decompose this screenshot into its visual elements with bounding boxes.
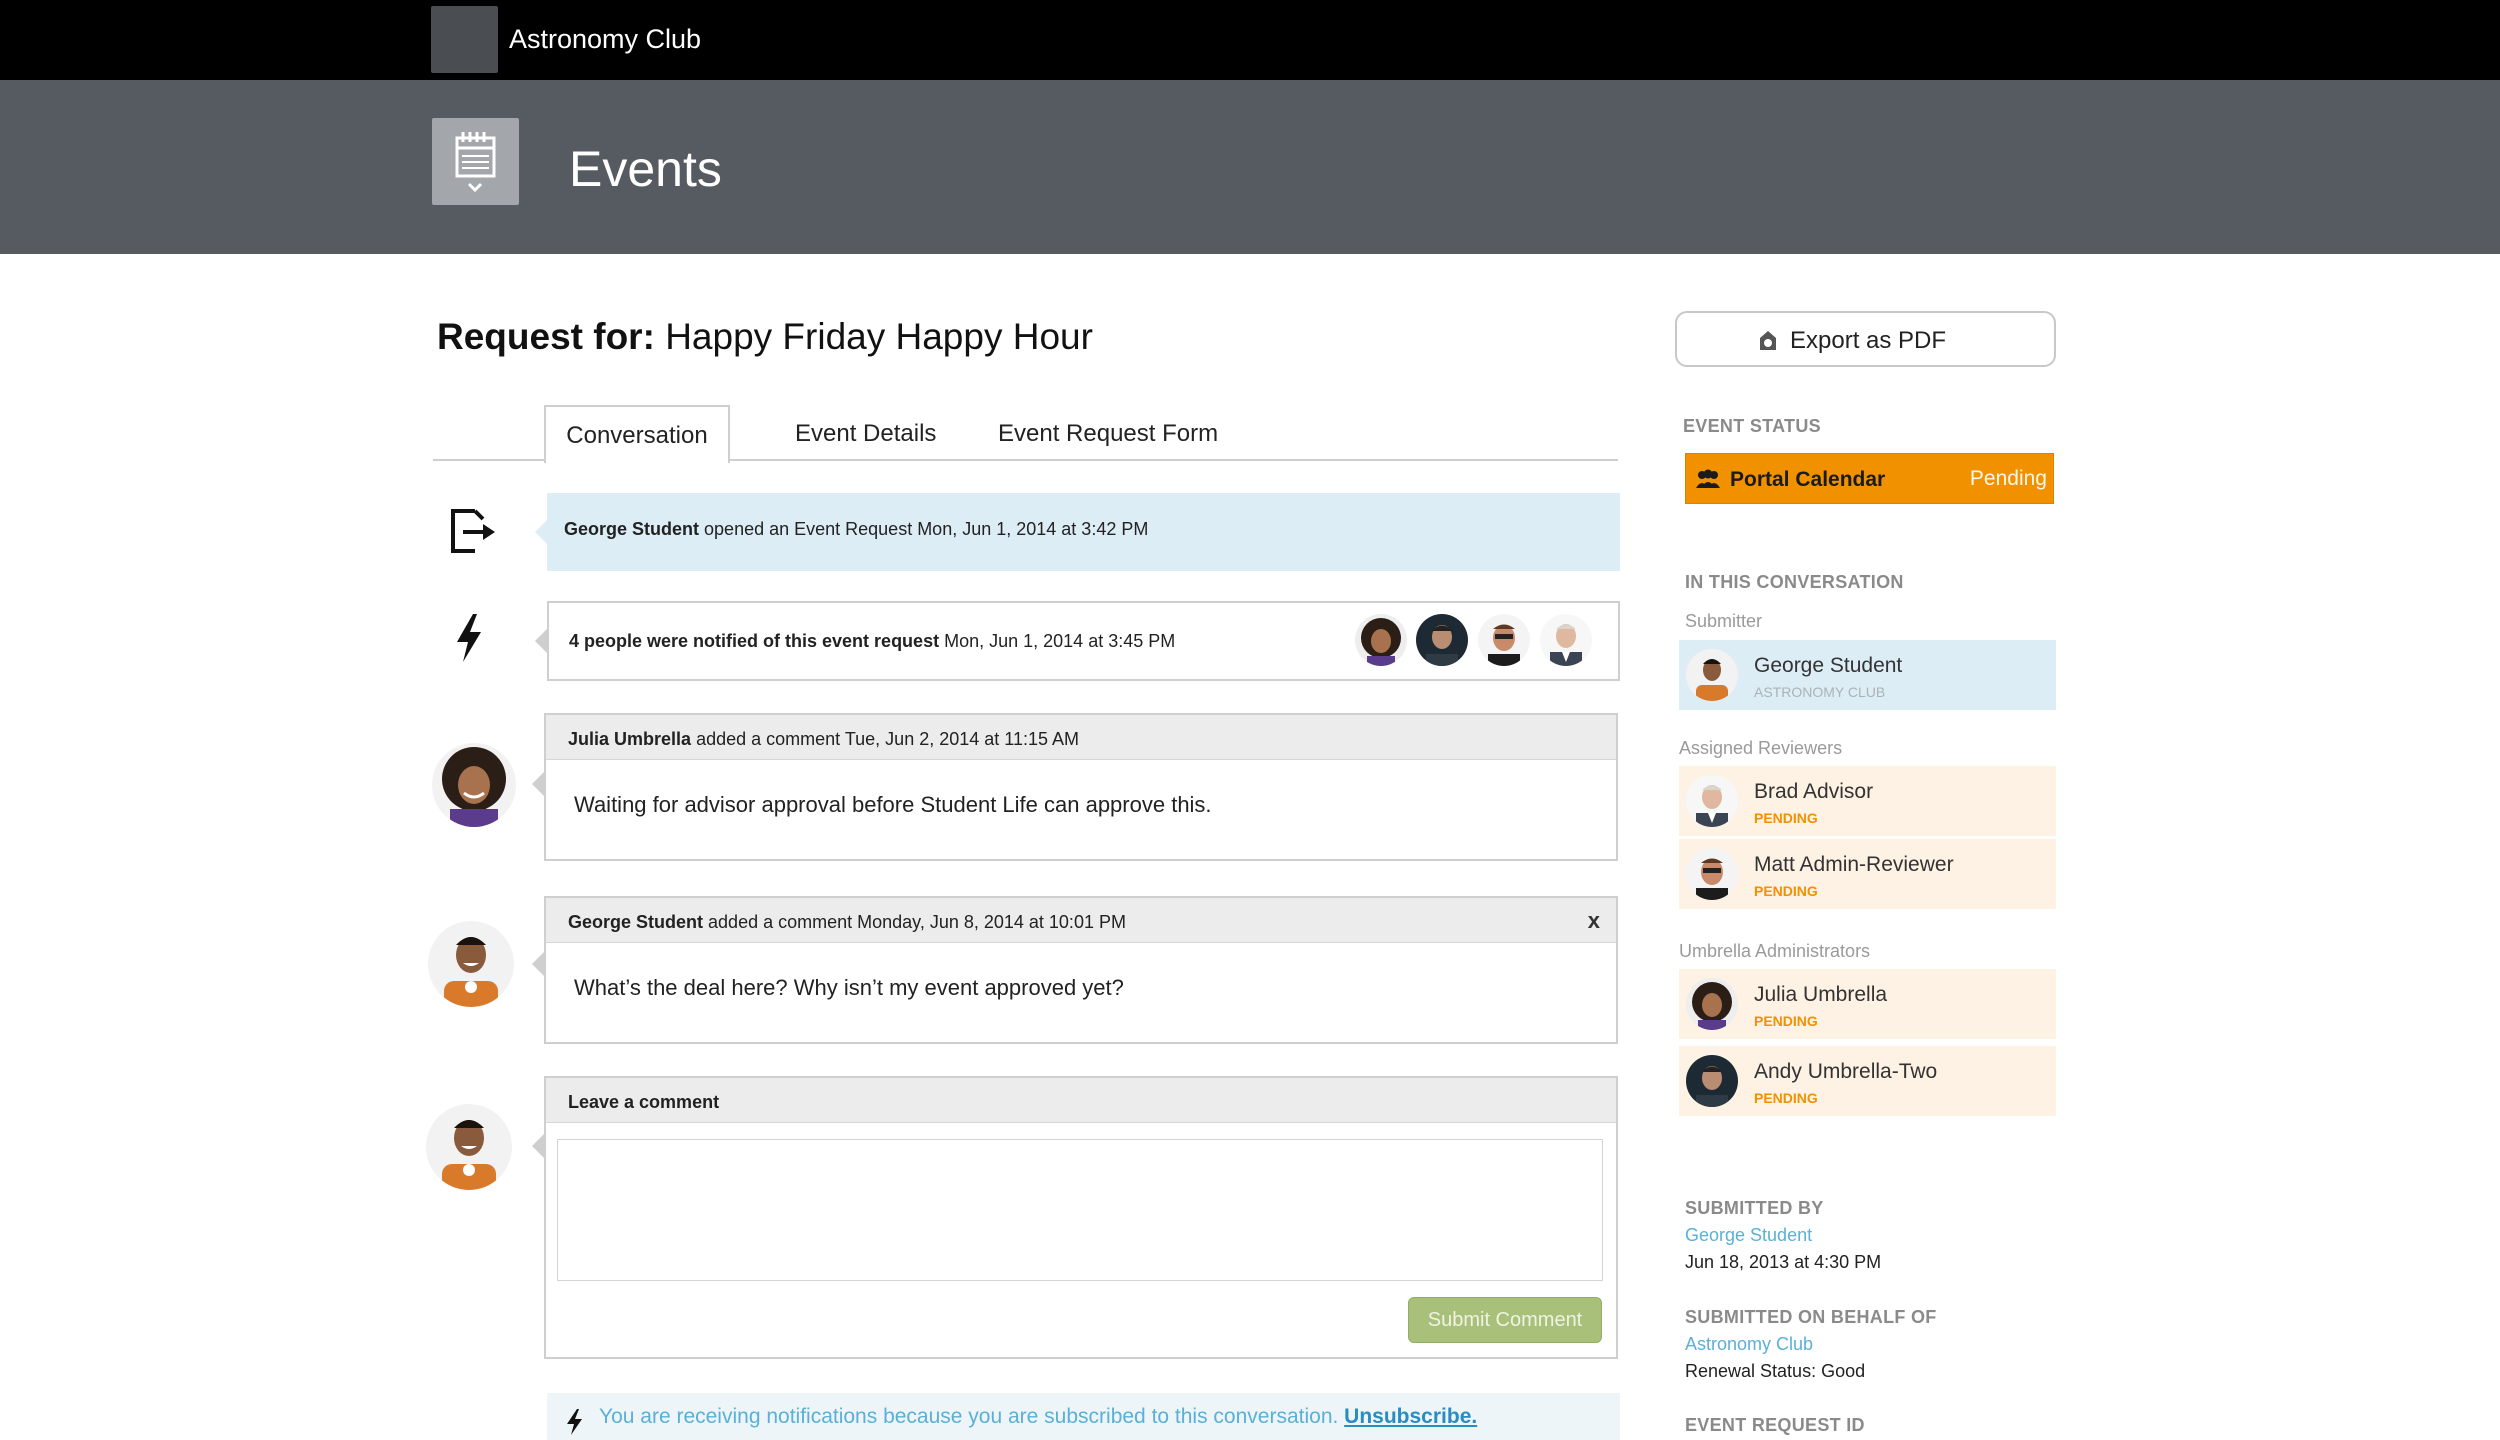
leave-comment-header: Leave a comment [546, 1078, 1616, 1123]
notice-text: You are receiving notifications because … [599, 1405, 1339, 1428]
behalf-org-link[interactable]: Astronomy Club [1685, 1334, 1813, 1355]
comment-author-avatar[interactable] [432, 743, 516, 827]
admins-heading: Umbrella Administrators [1679, 941, 1871, 961]
reviewer-card[interactable]: Matt Admin-Reviewer PENDING [1679, 839, 2056, 909]
bubble-pointer [532, 772, 544, 796]
behalf-heading: SUBMITTED ON BEHALF OF [1685, 1307, 1937, 1327]
comment-author-avatar[interactable] [428, 921, 514, 1007]
page-title: Events [569, 141, 722, 197]
activity-opened: George Student opened an Event Request M… [547, 493, 1620, 571]
export-pdf-label: Export as PDF [1790, 327, 1947, 354]
org-logo[interactable] [431, 6, 498, 73]
comment-meta: added a comment Monday, Jun 8, 2014 at 1… [708, 912, 1126, 932]
unsubscribe-link[interactable]: Unsubscribe. [1344, 1405, 1477, 1428]
org-name[interactable]: Astronomy Club [509, 24, 701, 55]
admin-name: Julia Umbrella [1754, 983, 1888, 1006]
top-bar: Astronomy Club [0, 0, 2500, 80]
reviewer-name: Matt Admin-Reviewer [1754, 853, 1954, 876]
request-id-heading: EVENT REQUEST ID [1685, 1415, 1865, 1435]
admin-name: Andy Umbrella-Two [1754, 1060, 1938, 1083]
reviewer-avatar [1686, 848, 1738, 900]
event-status-heading: EVENT STATUS [1683, 416, 1821, 436]
current-user-avatar [426, 1104, 512, 1190]
comment-author[interactable]: George Student [568, 912, 703, 932]
admin-status: PENDING [1754, 1090, 1818, 1106]
reviewer-status: PENDING [1754, 810, 1818, 826]
avatar-andy[interactable] [1416, 614, 1468, 666]
reviewer-name: Brad Advisor [1754, 780, 1874, 803]
comment-meta: added a comment Tue, Jun 2, 2014 at 11:1… [696, 729, 1079, 749]
status-name: Portal Calendar [1730, 468, 1886, 491]
reviewers-heading: Assigned Reviewers [1679, 738, 1843, 758]
lightning-icon [567, 1409, 582, 1435]
calendar-icon[interactable] [432, 118, 519, 205]
status-state: Pending [1969, 467, 2047, 490]
submitted-by-link[interactable]: George Student [1685, 1225, 1812, 1246]
comment-author[interactable]: Julia Umbrella [568, 729, 691, 749]
request-title-label: Request for: [437, 316, 655, 357]
leave-comment-label: Leave a comment [568, 1092, 720, 1112]
reviewer-status: PENDING [1754, 883, 1818, 899]
comment-card: George Student added a comment Monday, J… [544, 896, 1618, 1044]
comment-header: George Student added a comment Monday, J… [546, 898, 1616, 943]
request-title-value: Happy Friday Happy Hour [665, 316, 1093, 357]
group-icon [1696, 469, 1720, 488]
admin-card[interactable]: Julia Umbrella PENDING [1679, 969, 2056, 1039]
activity-text: opened an Event Request Mon, Jun 1, 2014… [704, 519, 1149, 539]
export-pdf-button[interactable]: Export as PDF [1675, 311, 2056, 367]
notified-strong: 4 people were notified of this event req… [569, 631, 940, 651]
delete-comment-button[interactable]: x [1588, 908, 1600, 934]
bubble-pointer [532, 1134, 544, 1158]
bubble-pointer [535, 629, 547, 653]
open-request-icon [445, 505, 497, 562]
tab-conversation[interactable]: Conversation [544, 405, 730, 463]
in-conversation-heading: IN THIS CONVERSATION [1685, 572, 1904, 592]
submitter-avatar [1686, 649, 1738, 701]
reviewer-avatar [1686, 775, 1738, 827]
tab-event-request-form[interactable]: Event Request Form [998, 420, 1218, 448]
submitter-card[interactable]: George Student ASTRONOMY CLUB [1679, 640, 2056, 710]
lightning-icon [451, 612, 487, 669]
page-header [0, 80, 2500, 254]
admin-avatar [1686, 978, 1738, 1030]
submitter-org: ASTRONOMY CLUB [1754, 684, 1886, 700]
submitted-date: Jun 18, 2013 at 4:30 PM [1685, 1252, 1882, 1272]
subscription-notice: You are receiving notifications because … [547, 1393, 1620, 1440]
pdf-icon [1760, 331, 1776, 350]
comment-body: What’s the deal here? Why isn’t my event… [574, 975, 1124, 1000]
activity-actor[interactable]: George Student [564, 519, 699, 539]
bubble-pointer [535, 520, 547, 544]
submitter-name: George Student [1754, 654, 1903, 677]
avatar-julia[interactable] [1355, 614, 1407, 666]
admin-status: PENDING [1754, 1013, 1818, 1029]
comment-card: Julia Umbrella added a comment Tue, Jun … [544, 713, 1618, 861]
notified-date: Mon, Jun 1, 2014 at 3:45 PM [944, 631, 1176, 651]
submit-comment-button[interactable]: Submit Comment [1408, 1297, 1602, 1343]
submitted-by-heading: SUBMITTED BY [1685, 1198, 1824, 1218]
admin-card[interactable]: Andy Umbrella-Two PENDING [1679, 1046, 2056, 1116]
submitter-heading: Submitter [1685, 611, 1763, 631]
comment-body: Waiting for advisor approval before Stud… [574, 792, 1212, 817]
admin-avatar [1686, 1055, 1738, 1107]
avatar-matt[interactable] [1478, 614, 1530, 666]
status-portal-calendar[interactable]: Portal Calendar Pending [1685, 453, 2054, 504]
comment-header: Julia Umbrella added a comment Tue, Jun … [546, 715, 1616, 760]
tab-event-details[interactable]: Event Details [795, 420, 936, 448]
request-title: Request for: Happy Friday Happy Hour [437, 316, 1093, 358]
bubble-pointer [532, 952, 544, 976]
avatar-brad[interactable] [1540, 614, 1592, 666]
reviewer-card[interactable]: Brad Advisor PENDING [1679, 766, 2056, 836]
comment-textarea[interactable] [557, 1139, 1603, 1281]
renewal-status: Renewal Status: Good [1685, 1361, 1866, 1381]
